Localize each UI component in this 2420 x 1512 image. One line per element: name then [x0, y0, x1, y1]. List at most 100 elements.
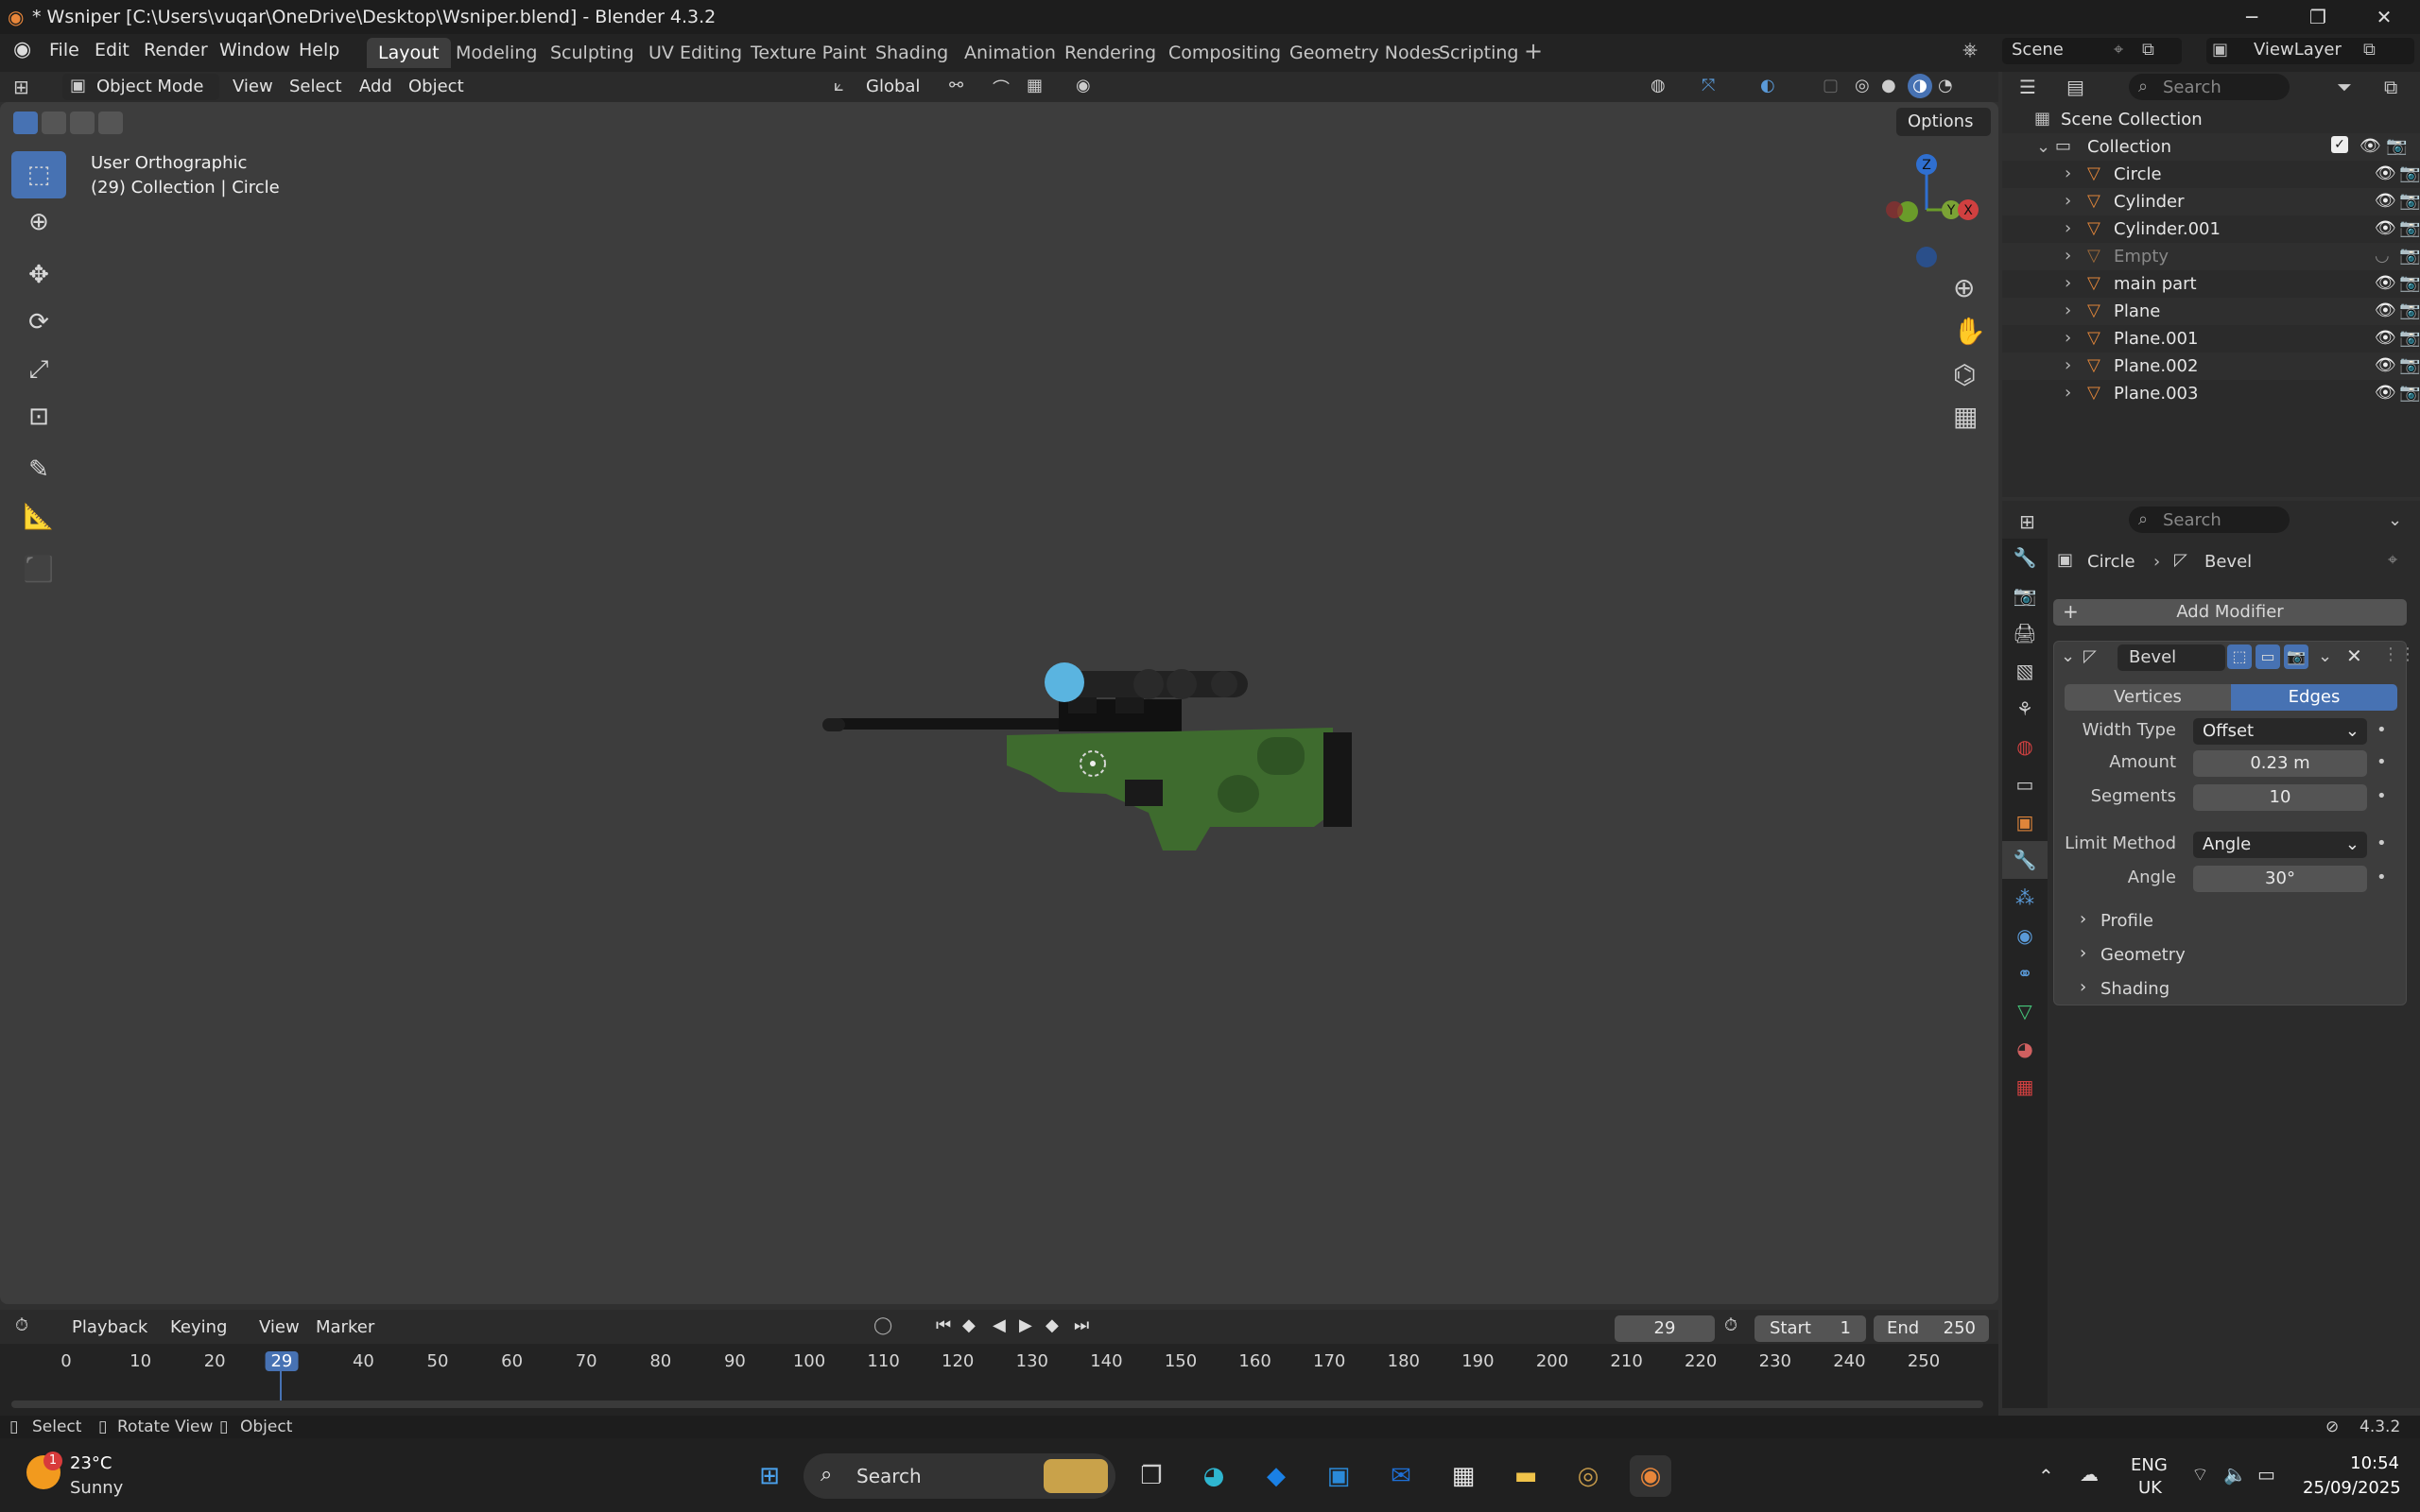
- modifier-dropdown-icon[interactable]: ⌄: [2318, 646, 2332, 666]
- eye-icon[interactable]: 👁: [2375, 383, 2396, 403]
- blender-menu-icon[interactable]: ◉: [13, 38, 31, 61]
- scale-tool-icon[interactable]: ⤢: [11, 346, 66, 393]
- end-frame-field[interactable]: End 250: [1874, 1315, 1989, 1342]
- minimize-button[interactable]: ─: [2225, 2, 2278, 32]
- snap-target-icon[interactable]: ▦: [1027, 76, 1043, 95]
- expand-chevron-icon[interactable]: ›: [2065, 246, 2071, 266]
- eye-icon[interactable]: 👁: [2360, 136, 2381, 156]
- camera-render-icon[interactable]: 📷: [2399, 355, 2420, 375]
- microsoft-store-icon[interactable]: ▦: [1443, 1455, 1484, 1497]
- keyframe-dot-icon[interactable]: •: [2377, 720, 2387, 740]
- keyframe-dot-icon[interactable]: •: [2377, 833, 2387, 853]
- menu-edit[interactable]: Edit: [95, 40, 130, 60]
- auto-keying-icon[interactable]: ◯: [873, 1315, 892, 1335]
- constraints-tab-icon[interactable]: ⚭: [2002, 954, 2048, 992]
- collection-tab-icon[interactable]: ▭: [2002, 765, 2048, 803]
- pin-icon[interactable]: ⌖: [2114, 40, 2123, 60]
- select-extend-icon[interactable]: [42, 112, 66, 134]
- edge-browser-icon[interactable]: ◕: [1193, 1455, 1235, 1497]
- app-circle-icon[interactable]: ◎: [1567, 1455, 1609, 1497]
- expand-chevron-icon[interactable]: ›: [2065, 328, 2071, 348]
- camera-render-icon[interactable]: 📷: [2399, 301, 2420, 320]
- expand-chevron-icon[interactable]: ›: [2065, 355, 2071, 375]
- taskbar-search-box[interactable]: ⌕ Search: [804, 1453, 1115, 1499]
- cursor-tool-icon[interactable]: ⊕: [11, 198, 66, 246]
- output-tab-icon[interactable]: 🖨: [2002, 614, 2048, 652]
- tab-texture-paint[interactable]: Texture Paint: [739, 38, 878, 68]
- camera-render-icon[interactable]: 📷: [2399, 163, 2420, 183]
- jump-start-icon[interactable]: ⏮: [936, 1315, 951, 1335]
- start-frame-field[interactable]: Start 1: [1754, 1315, 1866, 1342]
- width-type-dropdown[interactable]: Offset ⌄: [2193, 718, 2367, 745]
- scene-icon[interactable]: ⎈: [1962, 38, 1978, 60]
- segments-field[interactable]: 10: [2193, 784, 2367, 811]
- material-shading-icon[interactable]: ◑: [1908, 74, 1932, 98]
- affect-vertices-button[interactable]: Vertices: [2065, 684, 2231, 711]
- tab-animation[interactable]: Animation: [953, 38, 1067, 68]
- edit-mode-toggle-icon[interactable]: ⬚: [2227, 644, 2252, 669]
- limit-method-dropdown[interactable]: Angle ⌄: [2193, 832, 2367, 858]
- eye-icon[interactable]: 👁: [2375, 328, 2396, 348]
- wireframe-shading-icon[interactable]: ◎: [1855, 76, 1870, 95]
- play-reverse-icon[interactable]: ◀: [993, 1315, 1006, 1335]
- eye-icon[interactable]: 👁: [2375, 163, 2396, 183]
- select-box-tool-icon[interactable]: ⬚: [11, 151, 66, 198]
- outliner-scene-collection[interactable]: ▦ Scene Collection: [2002, 106, 2420, 133]
- tool-tab-icon[interactable]: 🔧: [2002, 539, 2048, 576]
- rotate-tool-icon[interactable]: ⟳: [11, 299, 66, 346]
- pan-hand-icon[interactable]: ✋: [1953, 316, 1986, 347]
- properties-menu-icon[interactable]: ⌄: [2388, 510, 2402, 530]
- add-workspace-icon[interactable]: +: [1524, 38, 1543, 64]
- object-tab-icon[interactable]: ▣: [2002, 803, 2048, 841]
- profile-subpanel[interactable]: › Profile: [2080, 909, 2363, 934]
- modifier-collapse-icon[interactable]: ⌄: [2061, 646, 2075, 666]
- editor-type-icon[interactable]: ⊞: [13, 76, 29, 98]
- keyframe-dot-icon[interactable]: •: [2377, 868, 2387, 887]
- tab-layout[interactable]: Layout: [367, 38, 451, 68]
- current-frame-field[interactable]: 29: [1615, 1315, 1715, 1342]
- play-icon[interactable]: ▶: [1019, 1315, 1032, 1335]
- material-tab-icon[interactable]: ◕: [2002, 1030, 2048, 1068]
- collapse-chevron-icon[interactable]: ⌄: [2036, 137, 2050, 157]
- timeline-scrollbar[interactable]: [11, 1400, 1983, 1408]
- menu-file[interactable]: File: [49, 40, 79, 60]
- vp-menu-add[interactable]: Add: [359, 77, 392, 96]
- close-button[interactable]: ✕: [2358, 2, 2411, 32]
- expand-chevron-icon[interactable]: ›: [2065, 301, 2071, 320]
- language-region[interactable]: UK: [2138, 1478, 2162, 1498]
- wifi-icon[interactable]: ⌔: [2191, 1463, 2209, 1486]
- select-subtract-icon[interactable]: [70, 112, 95, 134]
- geometry-subpanel[interactable]: › Geometry: [2080, 943, 2363, 968]
- language-code[interactable]: ENG: [2131, 1455, 2168, 1475]
- amount-field[interactable]: 0.23 m: [2193, 750, 2367, 777]
- outliner-editor-icon[interactable]: ☰: [2019, 76, 2036, 98]
- physics-tab-icon[interactable]: ◉: [2002, 917, 2048, 954]
- vp-menu-select[interactable]: Select: [289, 77, 342, 96]
- view-layer-tab-icon[interactable]: ▧: [2002, 652, 2048, 690]
- properties-editor-icon[interactable]: ⊞: [2019, 510, 2035, 533]
- tray-chevron-icon[interactable]: ⌃: [2038, 1465, 2054, 1487]
- app-blue-icon[interactable]: ▣: [1318, 1455, 1359, 1497]
- jump-keyframe-forward-icon[interactable]: ◆: [1046, 1315, 1059, 1335]
- camera-render-icon[interactable]: 📷: [2399, 218, 2420, 238]
- tray-app-icon[interactable]: ☁: [2080, 1463, 2099, 1486]
- new-scene-icon[interactable]: ⧉: [2142, 40, 2154, 60]
- zoom-icon[interactable]: ⊕: [1953, 272, 1975, 303]
- collection-checkbox[interactable]: ✓: [2331, 136, 2348, 153]
- vp-menu-view[interactable]: View: [233, 77, 273, 96]
- new-viewlayer-icon[interactable]: ⧉: [2363, 40, 2376, 60]
- camera-render-icon[interactable]: 📷: [2386, 136, 2407, 156]
- timeline-editor-icon[interactable]: ⏱: [15, 1315, 28, 1335]
- rendered-shading-icon[interactable]: ◔: [1938, 76, 1953, 95]
- filter-icon[interactable]: ⏷: [2337, 76, 2352, 98]
- marker-menu[interactable]: Marker: [316, 1317, 374, 1337]
- outliner-item[interactable]: › ▽ Cylinder 👁 📷: [2002, 188, 2420, 215]
- eye-icon[interactable]: 👁: [2375, 301, 2396, 320]
- texture-tab-icon[interactable]: ▦: [2002, 1068, 2048, 1106]
- outliner-item[interactable]: › ▽ main part 👁 📷: [2002, 270, 2420, 298]
- camera-view-icon[interactable]: ⌬: [1953, 359, 1976, 390]
- expand-chevron-icon[interactable]: ›: [2065, 218, 2071, 238]
- shading-subpanel[interactable]: › Shading: [2080, 977, 2363, 1002]
- camera-render-icon[interactable]: 📷: [2399, 383, 2420, 403]
- remove-modifier-icon[interactable]: ✕: [2346, 644, 2362, 667]
